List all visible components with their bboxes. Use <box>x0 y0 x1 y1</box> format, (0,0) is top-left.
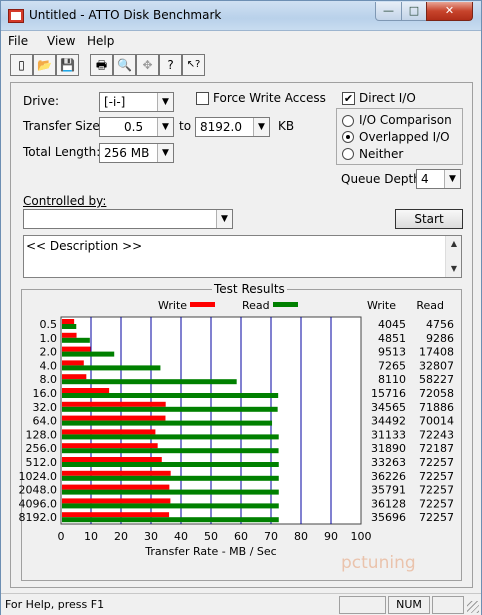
print-icon[interactable]: 🖶 <box>90 54 113 76</box>
drive-value: [-i-] <box>104 95 126 109</box>
status-cell-blank <box>339 596 386 614</box>
chevron-down-icon[interactable]: ▼ <box>444 170 460 188</box>
chevron-down-icon[interactable]: ▼ <box>157 144 173 162</box>
context-help-icon[interactable]: ↖? <box>182 54 205 76</box>
to-label: to <box>179 119 192 133</box>
drive-select[interactable]: [-i-] ▼ <box>99 92 174 112</box>
print-preview-icon[interactable]: 🔍 <box>113 54 136 76</box>
minimize-button[interactable]: — <box>375 2 402 21</box>
queue-depth-label: Queue Depth: <box>341 172 425 186</box>
force-write-checkbox[interactable] <box>196 92 209 105</box>
scroll-down-icon[interactable]: ▼ <box>446 261 462 277</box>
description-text: << Description >> <box>26 239 143 253</box>
num-lock-indicator: NUM <box>388 596 430 614</box>
direct-io-label: Direct I/O <box>359 91 416 105</box>
chevron-down-icon[interactable]: ▼ <box>216 210 232 228</box>
description-scrollbar[interactable]: ▲ ▼ <box>445 236 461 277</box>
transfer-size-to-value: 8192.0 <box>200 120 242 134</box>
maximize-button[interactable]: □ <box>401 2 427 21</box>
chevron-down-icon[interactable]: ▼ <box>157 118 173 136</box>
total-length-select[interactable]: 256 MB ▼ <box>99 143 174 163</box>
atto-app-icon[interactable] <box>8 9 24 23</box>
menu-bar: File View Help <box>1 31 481 51</box>
save-icon[interactable]: 💾 <box>56 54 79 76</box>
window-title: Untitled - ATTO Disk Benchmark <box>29 8 222 22</box>
io-comparison-label: I/O Comparison <box>359 113 452 127</box>
transfer-size-to-select[interactable]: 8192.0 ▼ <box>195 117 270 137</box>
direct-io-checkbox[interactable]: ✔ <box>342 92 355 105</box>
io-comparison-radio[interactable] <box>342 115 354 127</box>
scroll-up-icon[interactable]: ▲ <box>446 236 462 252</box>
help-icon[interactable]: ? <box>159 54 182 76</box>
menu-help[interactable]: Help <box>87 34 114 48</box>
neither-label: Neither <box>359 147 404 161</box>
menu-view[interactable]: View <box>47 34 75 48</box>
transfer-size-from-value: 0.5 <box>124 120 144 134</box>
kb-label: KB <box>278 119 295 133</box>
test-results-label: Test Results <box>212 282 287 296</box>
menu-file[interactable]: File <box>8 34 28 48</box>
status-cell-blank-2 <box>432 596 464 614</box>
start-button[interactable]: Start <box>395 209 463 229</box>
status-text: For Help, press F1 <box>5 598 105 611</box>
close-button[interactable]: ✕ <box>426 2 473 21</box>
force-write-label: Force Write Access <box>213 91 326 105</box>
overlapped-io-label: Overlapped I/O <box>359 130 450 144</box>
overlapped-io-radio[interactable] <box>342 131 354 143</box>
chevron-down-icon[interactable]: ▼ <box>253 118 269 136</box>
title-bar[interactable]: Untitled - ATTO Disk Benchmark — □ ✕ <box>1 1 481 31</box>
status-bar: For Help, press F1 NUM <box>1 593 481 615</box>
new-document-icon[interactable]: ▯ <box>10 54 33 76</box>
test-results-group <box>21 289 462 581</box>
open-folder-icon[interactable]: 📂 <box>33 54 56 76</box>
move-icon[interactable]: ✥ <box>136 54 159 76</box>
app-window: Untitled - ATTO Disk Benchmark — □ ✕ Fil… <box>0 0 482 615</box>
queue-depth-value: 4 <box>421 172 429 186</box>
total-length-label: Total Length: <box>23 145 101 159</box>
queue-depth-select[interactable]: 4 ▼ <box>416 169 461 189</box>
controlled-by-select[interactable]: ▼ <box>23 209 233 229</box>
toolbar: ▯ 📂 💾 🖶 🔍 ✥ ? ↖? <box>10 54 210 78</box>
chevron-down-icon[interactable]: ▼ <box>157 93 173 111</box>
resize-grip-icon[interactable] <box>467 601 479 613</box>
controlled-by-label: Controlled by: <box>23 194 107 208</box>
drive-label: Drive: <box>23 94 60 108</box>
transfer-size-from-select[interactable]: 0.5 ▼ <box>99 117 174 137</box>
total-length-value: 256 MB <box>104 146 150 160</box>
transfer-size-label: Transfer Size: <box>23 119 104 133</box>
neither-radio[interactable] <box>342 148 354 160</box>
description-textarea[interactable]: << Description >> ▲ ▼ <box>23 235 462 278</box>
